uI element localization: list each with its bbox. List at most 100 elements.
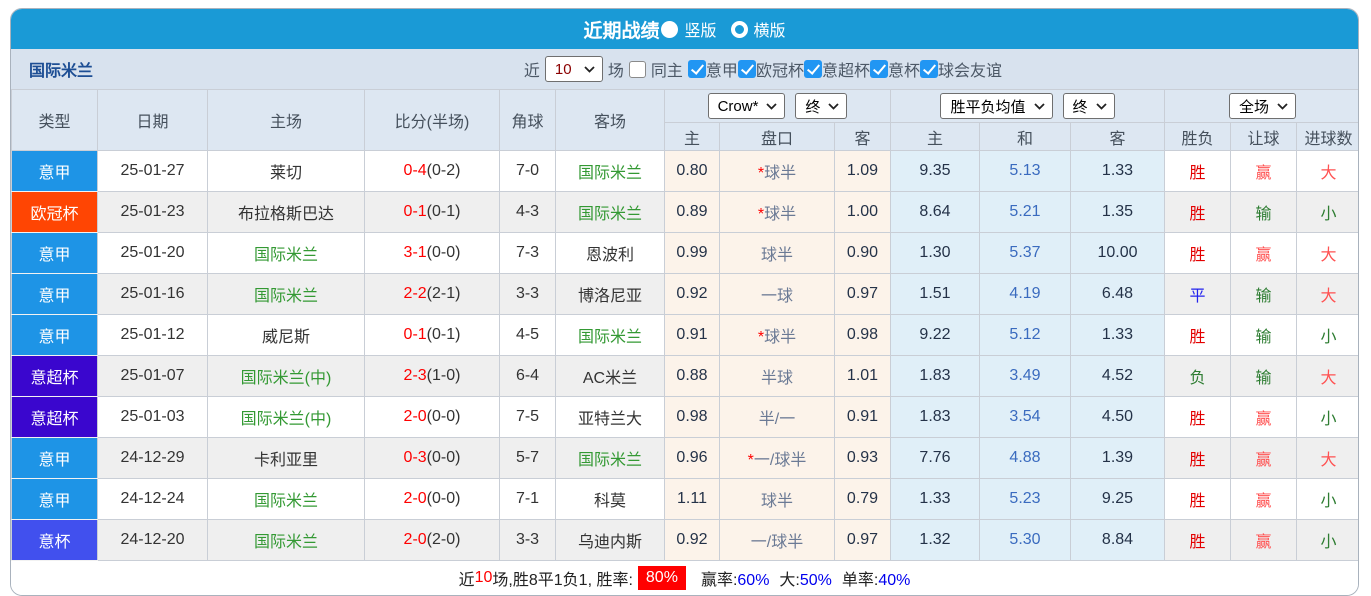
home-team-cell: 威尼斯 <box>208 315 365 356</box>
odds-stage-select[interactable]: 终 <box>795 93 847 119</box>
same-home-checkbox[interactable] <box>629 61 646 78</box>
home-team-cell: 国际米兰(中) <box>208 356 365 397</box>
league-label: 意甲 <box>706 57 738 81</box>
result-cell: 胜 <box>1165 438 1231 479</box>
radio-vertical-layout[interactable] <box>661 21 678 38</box>
away-team-cell: 博洛尼亚 <box>556 274 665 315</box>
date-cell: 24-12-24 <box>98 479 208 520</box>
handicap-home-odds: 0.96 <box>665 438 720 479</box>
home-team-cell: 莱切 <box>208 151 365 192</box>
avg-away-odds: 6.48 <box>1071 274 1165 315</box>
col-header-corner: 角球 <box>500 90 556 151</box>
type-badge: 欧冠杯 <box>12 192 98 233</box>
league-label: 欧冠杯 <box>756 57 804 81</box>
summary-count: 10 <box>475 569 493 587</box>
league-checkbox[interactable] <box>804 60 822 78</box>
avg-home-odds: 1.83 <box>891 356 980 397</box>
result-cell: 胜 <box>1165 192 1231 233</box>
goals-result-cell: 大 <box>1297 233 1360 274</box>
league-label: 意超杯 <box>822 57 870 81</box>
avg-home-odds: 7.76 <box>891 438 980 479</box>
corner-cell: 3-3 <box>500 520 556 561</box>
goals-result-cell: 大 <box>1297 356 1360 397</box>
subcol-handicap-result: 让球 <box>1231 123 1297 151</box>
handicap-line-cell: 一/球半 <box>720 520 835 561</box>
handicap-result-cell: 赢 <box>1231 151 1297 192</box>
subcol-avg-draw: 和 <box>980 123 1071 151</box>
home-team-cell: 国际米兰 <box>208 274 365 315</box>
league-checkbox[interactable] <box>688 60 706 78</box>
handicap-away-odds: 0.98 <box>835 315 891 356</box>
type-badge: 意超杯 <box>12 397 98 438</box>
league-filter: 意甲 <box>688 57 738 81</box>
result-cell: 胜 <box>1165 233 1231 274</box>
chevron-down-icon <box>828 103 839 110</box>
handicap-away-odds: 0.97 <box>835 274 891 315</box>
corner-cell: 7-5 <box>500 397 556 438</box>
avg-draw-odds: 5.12 <box>980 315 1071 356</box>
league-checkbox[interactable] <box>920 60 938 78</box>
avg-away-odds: 4.52 <box>1071 356 1165 397</box>
goals-result-cell: 小 <box>1297 479 1360 520</box>
col-header-date: 日期 <box>98 90 208 151</box>
corner-cell: 4-3 <box>500 192 556 233</box>
handicap-result-cell: 赢 <box>1231 397 1297 438</box>
result-cell: 平 <box>1165 274 1231 315</box>
panel-title: 近期战绩 <box>583 16 659 43</box>
type-badge: 意甲 <box>12 274 98 315</box>
corner-cell: 5-7 <box>500 438 556 479</box>
games-count-select[interactable]: 10 <box>545 56 603 82</box>
radio-vertical-label[interactable]: 竖版 <box>684 17 716 41</box>
score-cell: 0-4(0-2) <box>365 151 500 192</box>
stat-win: 赢率:60% <box>701 566 769 590</box>
league-checkbox[interactable] <box>738 60 756 78</box>
handicap-away-odds: 1.00 <box>835 192 891 233</box>
handicap-line-cell: *球半 <box>720 315 835 356</box>
league-filter: 意杯 <box>870 57 920 81</box>
avg-away-odds: 10.00 <box>1071 233 1165 274</box>
odds-company-select[interactable]: Crow* <box>708 93 786 119</box>
recent-results-panel: 近期战绩 竖版 横版 国际米兰 近 10 场 同主 意甲欧冠杯意超杯意杯球会友谊 <box>10 8 1359 596</box>
handicap-away-odds: 1.09 <box>835 151 891 192</box>
handicap-result-cell: 赢 <box>1231 520 1297 561</box>
scope-select[interactable]: 全场 <box>1229 93 1296 119</box>
avg-draw-odds: 5.21 <box>980 192 1071 233</box>
subcol-goals: 进球数 <box>1297 123 1360 151</box>
table-row: 意甲 25-01-12 威尼斯 0-1(0-1) 4-5 国际米兰 0.91 *… <box>12 315 1360 356</box>
handicap-result-cell: 赢 <box>1231 479 1297 520</box>
date-cell: 25-01-27 <box>98 151 208 192</box>
subcol-handicap-home: 主 <box>665 123 720 151</box>
handicap-home-odds: 0.88 <box>665 356 720 397</box>
score-cell: 0-1(0-1) <box>365 315 500 356</box>
handicap-result-cell: 赢 <box>1231 438 1297 479</box>
same-home-label: 同主 <box>651 57 683 81</box>
table-row: 意甲 24-12-29 卡利亚里 0-3(0-0) 5-7 国际米兰 0.96 … <box>12 438 1360 479</box>
date-cell: 25-01-20 <box>98 233 208 274</box>
table-row: 意甲 24-12-24 国际米兰 2-0(0-0) 7-1 科莫 1.11 球半… <box>12 479 1360 520</box>
avg-stage-select[interactable]: 终 <box>1063 93 1115 119</box>
date-cell: 25-01-03 <box>98 397 208 438</box>
avg-type-select[interactable]: 胜平负均值 <box>940 93 1052 119</box>
avg-home-odds: 1.83 <box>891 397 980 438</box>
table-head: 类型 日期 主场 比分(半场) 角球 客场 Crow* 终 <box>12 90 1360 151</box>
table-row: 意杯 24-12-20 国际米兰 2-0(2-0) 3-3 乌迪内斯 0.92 … <box>12 520 1360 561</box>
home-team-cell: 布拉格斯巴达 <box>208 192 365 233</box>
result-cell: 胜 <box>1165 520 1231 561</box>
score-cell: 2-0(0-0) <box>365 479 500 520</box>
result-cell: 胜 <box>1165 479 1231 520</box>
league-checkbox[interactable] <box>870 60 888 78</box>
handicap-group-header: Crow* 终 <box>665 90 891 123</box>
avg-home-odds: 9.22 <box>891 315 980 356</box>
avg-away-odds: 8.84 <box>1071 520 1165 561</box>
col-header-type: 类型 <box>12 90 98 151</box>
radio-horizontal-label[interactable]: 横版 <box>754 17 786 41</box>
handicap-home-odds: 0.99 <box>665 233 720 274</box>
score-cell: 3-1(0-0) <box>365 233 500 274</box>
radio-horizontal-layout[interactable] <box>731 21 748 38</box>
chevron-down-icon <box>1277 103 1288 110</box>
corner-cell: 7-1 <box>500 479 556 520</box>
subcol-handicap-line: 盘口 <box>720 123 835 151</box>
goals-result-cell: 大 <box>1297 274 1360 315</box>
corner-cell: 4-5 <box>500 315 556 356</box>
score-cell: 2-0(2-0) <box>365 520 500 561</box>
